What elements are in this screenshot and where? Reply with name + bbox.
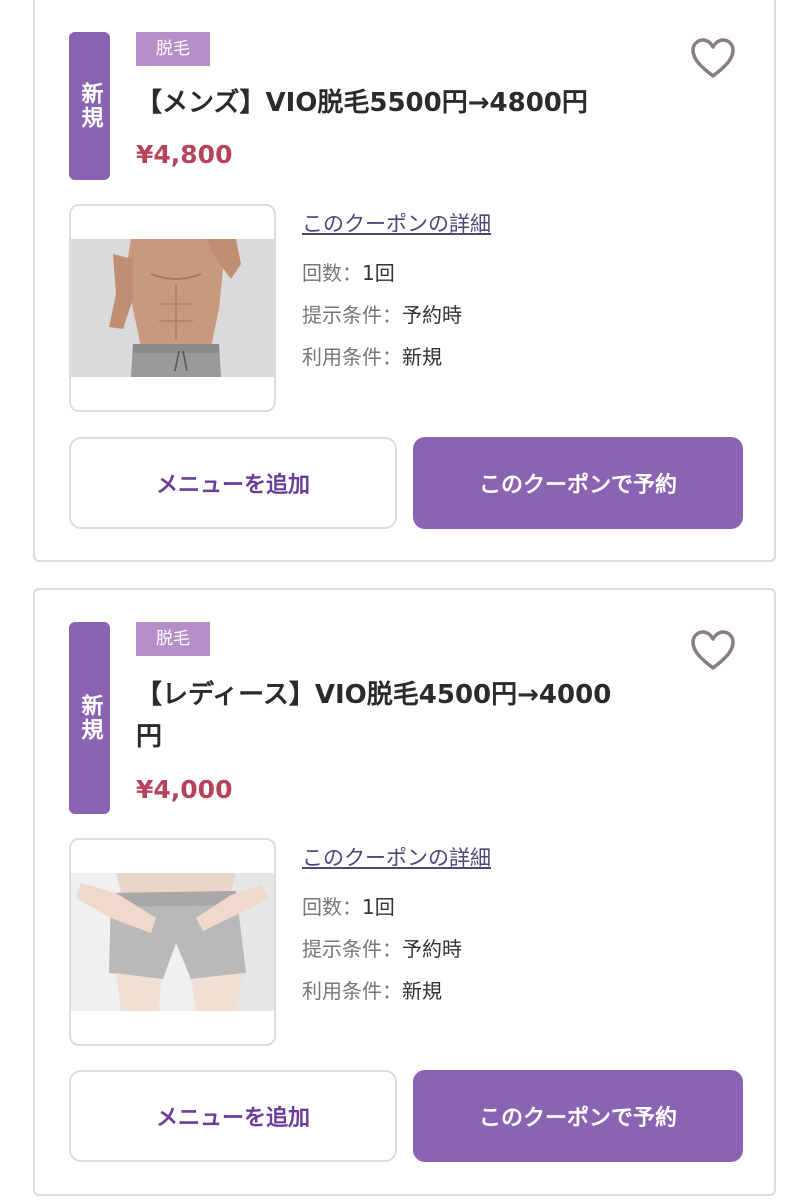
heart-outline-icon[interactable] (690, 630, 736, 672)
new-customer-badge: 新規 (69, 32, 110, 180)
coupon-price: ¥4,800 (136, 140, 233, 169)
detail-row-conditions: 利用条件：新規 (302, 979, 442, 1003)
reserve-with-coupon-button[interactable]: このクーポンで予約 (413, 437, 743, 529)
detail-row-presentation: 提示条件：予約時 (302, 303, 462, 327)
coupon-title: 【メンズ】VIO脱毛5500円→4800円 (136, 88, 588, 118)
coupon-card: 新規 脱毛 【レディース】VIO脱毛4500円→4000円 ¥4,000 このク… (33, 588, 776, 1196)
category-tag: 脱毛 (136, 32, 210, 66)
coupon-details: このクーポンの詳細 回数：1回 提示条件：予約時 利用条件：新規 (302, 842, 702, 1012)
coupon-title: 【レディース】VIO脱毛4500円→4000円 (136, 680, 612, 752)
coupon-detail-link[interactable]: このクーポンの詳細 (302, 842, 702, 886)
coupon-detail-link[interactable]: このクーポンの詳細 (302, 208, 702, 252)
detail-row-count: 回数：1回 (302, 895, 395, 919)
add-menu-button[interactable]: メニューを追加 (69, 1070, 397, 1162)
add-menu-button[interactable]: メニューを追加 (69, 437, 397, 529)
mens-photo (71, 239, 274, 377)
detail-row-conditions: 利用条件：新規 (302, 345, 442, 369)
coupon-thumbnail (69, 838, 276, 1046)
coupon-price: ¥4,000 (136, 775, 233, 804)
coupon-details: このクーポンの詳細 回数：1回 提示条件：予約時 利用条件：新規 (302, 208, 702, 378)
category-tag: 脱毛 (136, 622, 210, 656)
coupon-card: 新規 脱毛 【メンズ】VIO脱毛5500円→4800円 ¥4,800 このクーポ… (33, 0, 776, 562)
heart-outline-icon[interactable] (690, 38, 736, 80)
new-customer-badge: 新規 (69, 622, 110, 814)
reserve-with-coupon-button[interactable]: このクーポンで予約 (413, 1070, 743, 1162)
detail-row-presentation: 提示条件：予約時 (302, 937, 462, 961)
ladies-photo (71, 873, 274, 1011)
coupon-thumbnail (69, 204, 276, 412)
detail-row-count: 回数：1回 (302, 261, 395, 285)
